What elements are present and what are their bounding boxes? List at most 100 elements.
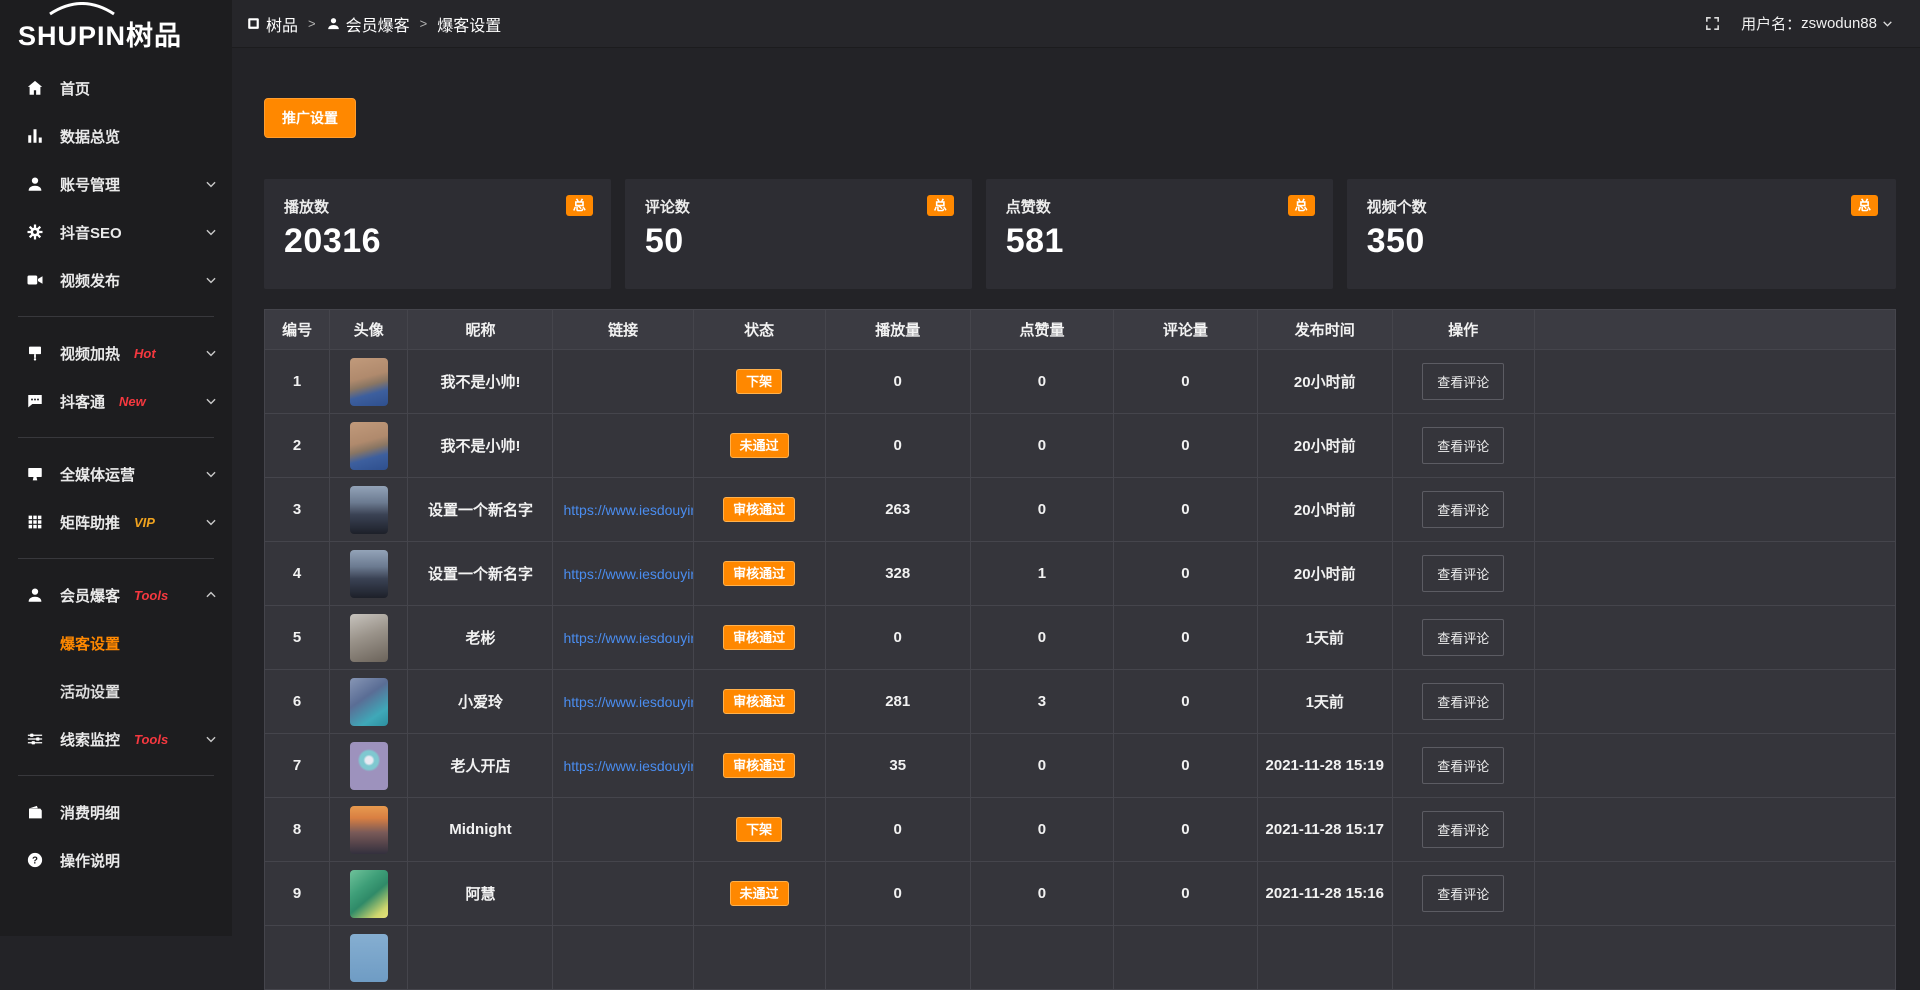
sidebar-subitem-activity-settings[interactable]: 活动设置 xyxy=(0,667,232,715)
promo-settings-button[interactable]: 推广设置 xyxy=(264,98,356,138)
sidebar-item-data-overview[interactable]: 数据总览 xyxy=(0,112,232,160)
sidebar-item-video-publish[interactable]: 视频发布 xyxy=(0,256,232,304)
breadcrumb-separator: > xyxy=(308,16,316,31)
cell-link: https://www.iesdouyin.c xyxy=(553,734,693,797)
breadcrumb-item-shupin[interactable]: 树品 xyxy=(246,12,298,36)
stat-label: 视频个数 xyxy=(1367,196,1876,217)
total-badge: 总 xyxy=(1288,195,1315,216)
view-comments-button[interactable]: 查看评论 xyxy=(1422,427,1504,464)
view-comments-button[interactable]: 查看评论 xyxy=(1422,491,1504,528)
cell-published: 2021-11-28 15:17 xyxy=(1258,798,1393,861)
cell-action: 查看评论 xyxy=(1393,670,1535,733)
user-dropdown[interactable]: 用户名： zswodun88 xyxy=(1741,13,1894,34)
table-filler-cell xyxy=(1535,478,1895,541)
cell-likes: 3 xyxy=(971,670,1114,733)
profile-link[interactable]: https://www.iesdouyin.c xyxy=(563,694,693,710)
view-comments-button[interactable]: 查看评论 xyxy=(1422,683,1504,720)
sidebar-item-label: 视频加热 xyxy=(60,343,120,364)
status-badge: 下架 xyxy=(736,817,782,842)
sidebar-item-label: 抖客通 xyxy=(60,391,105,412)
table-row: 3设置一个新名字https://www.iesdouyin.c审核通过26300… xyxy=(265,478,1895,542)
avatar xyxy=(350,486,388,534)
sidebar-item-consumption-details[interactable]: 消费明细 xyxy=(0,788,232,836)
stat-label: 点赞数 xyxy=(1006,196,1313,217)
sidebar-item-label: 视频发布 xyxy=(60,270,120,291)
cell-action: 查看评论 xyxy=(1393,478,1535,541)
chevron-down-icon xyxy=(1881,17,1894,30)
sidebar-item-douketong[interactable]: 抖客通 New xyxy=(0,377,232,425)
sidebar-item-account-management[interactable]: 账号管理 xyxy=(0,160,232,208)
stat-value: 350 xyxy=(1367,222,1876,261)
view-comments-button[interactable]: 查看评论 xyxy=(1422,363,1504,400)
sidebar-item-label: 首页 xyxy=(60,78,90,99)
table-filler-cell xyxy=(1535,798,1895,861)
profile-link[interactable]: https://www.iesdouyin.c xyxy=(563,630,693,646)
sidebar-item-omni-media-operation[interactable]: 全媒体运营 xyxy=(0,450,232,498)
cell-nickname: 老彬 xyxy=(408,606,553,669)
sidebar-item-operation-guide[interactable]: ?操作说明 xyxy=(0,836,232,884)
sidebar-divider xyxy=(18,437,214,438)
cell-status: 审核通过 xyxy=(694,542,826,605)
username-label: 用户名： xyxy=(1741,13,1801,34)
view-comments-button[interactable]: 查看评论 xyxy=(1422,747,1504,784)
avatar xyxy=(350,550,388,598)
view-comments-button[interactable]: 查看评论 xyxy=(1422,619,1504,656)
status-badge: 审核通过 xyxy=(723,497,795,522)
table-filler-cell xyxy=(1535,310,1895,349)
cell-link xyxy=(553,862,693,925)
profile-link[interactable]: https://www.iesdouyin.c xyxy=(563,502,693,518)
breadcrumb-separator: > xyxy=(420,16,428,31)
status-badge: 审核通过 xyxy=(723,689,795,714)
cell-link: https://www.iesdouyin.c xyxy=(553,542,693,605)
sidebar-item-tag: VIP xyxy=(134,515,155,530)
breadcrumb-item-member-baoke[interactable]: 会员爆客 xyxy=(326,12,410,36)
sidebar-item-tag: New xyxy=(119,394,146,409)
sidebar-item-clue-monitor[interactable]: 线索监控Tools xyxy=(0,715,232,763)
cell-comments xyxy=(1114,926,1257,989)
app-logo[interactable]: SHUPIN树品 xyxy=(0,0,232,58)
sidebar-item-label: 矩阵助推 xyxy=(60,512,120,533)
profile-link[interactable]: https://www.iesdouyin.c xyxy=(563,758,693,774)
cell-published: 20小时前 xyxy=(1258,542,1393,605)
sidebar-subitem-baoke-settings[interactable]: 爆客设置 xyxy=(0,619,232,667)
view-comments-button[interactable]: 查看评论 xyxy=(1422,811,1504,848)
home-icon xyxy=(26,79,44,97)
sidebar-item-home[interactable]: 首页 xyxy=(0,64,232,112)
cell-number: 5 xyxy=(265,606,330,669)
cell-link xyxy=(553,926,693,989)
baoke-table: 编号头像昵称链接状态播放量点赞量评论量发布时间操作1我不是小帅!下架00020小… xyxy=(264,309,1896,990)
gear-icon xyxy=(26,223,44,241)
sidebar-item-video-heating[interactable]: 视频加热Hot xyxy=(0,329,232,377)
cell-plays: 0 xyxy=(826,606,971,669)
cell-avatar xyxy=(330,862,408,925)
sidebar-item-label: 抖音SEO xyxy=(60,222,122,243)
cell-plays: 0 xyxy=(826,350,971,413)
sidebar: SHUPIN树品 首页数据总览账号管理抖音SEO 视频发布视频加热Hot 抖客通 Ne… xyxy=(0,0,232,936)
table-header-cell: 操作 xyxy=(1393,310,1535,349)
avatar xyxy=(350,422,388,470)
cell-comments: 0 xyxy=(1114,670,1257,733)
breadcrumb-label: 会员爆客 xyxy=(346,12,410,36)
sliders-icon xyxy=(26,730,44,748)
fullscreen-icon[interactable] xyxy=(1704,15,1721,32)
breadcrumb-item-baoke-settings: 爆客设置 xyxy=(437,12,501,36)
total-badge: 总 xyxy=(927,195,954,216)
sidebar-item-matrix-boost[interactable]: 矩阵助推 VIP xyxy=(0,498,232,546)
cell-comments: 0 xyxy=(1114,862,1257,925)
user-icon xyxy=(26,175,44,193)
cell-action: 查看评论 xyxy=(1393,350,1535,413)
view-comments-button[interactable]: 查看评论 xyxy=(1422,875,1504,912)
stats-row: 播放数20316总评论数50总点赞数581总视频个数350总 xyxy=(264,179,1896,289)
status-badge: 审核通过 xyxy=(723,753,795,778)
grid-icon xyxy=(26,513,44,531)
sidebar-divider xyxy=(18,558,214,559)
sidebar-item-douyin-seo[interactable]: 抖音SEO xyxy=(0,208,232,256)
cell-action: 查看评论 xyxy=(1393,606,1535,669)
cell-link: https://www.iesdouyin.c xyxy=(553,478,693,541)
cell-link xyxy=(553,414,693,477)
view-comments-button[interactable]: 查看评论 xyxy=(1422,555,1504,592)
sidebar-item-member-baoke[interactable]: 会员爆客Tools xyxy=(0,571,232,619)
cell-link xyxy=(553,350,693,413)
profile-link[interactable]: https://www.iesdouyin.c xyxy=(563,566,693,582)
question-icon: ? xyxy=(26,851,44,869)
